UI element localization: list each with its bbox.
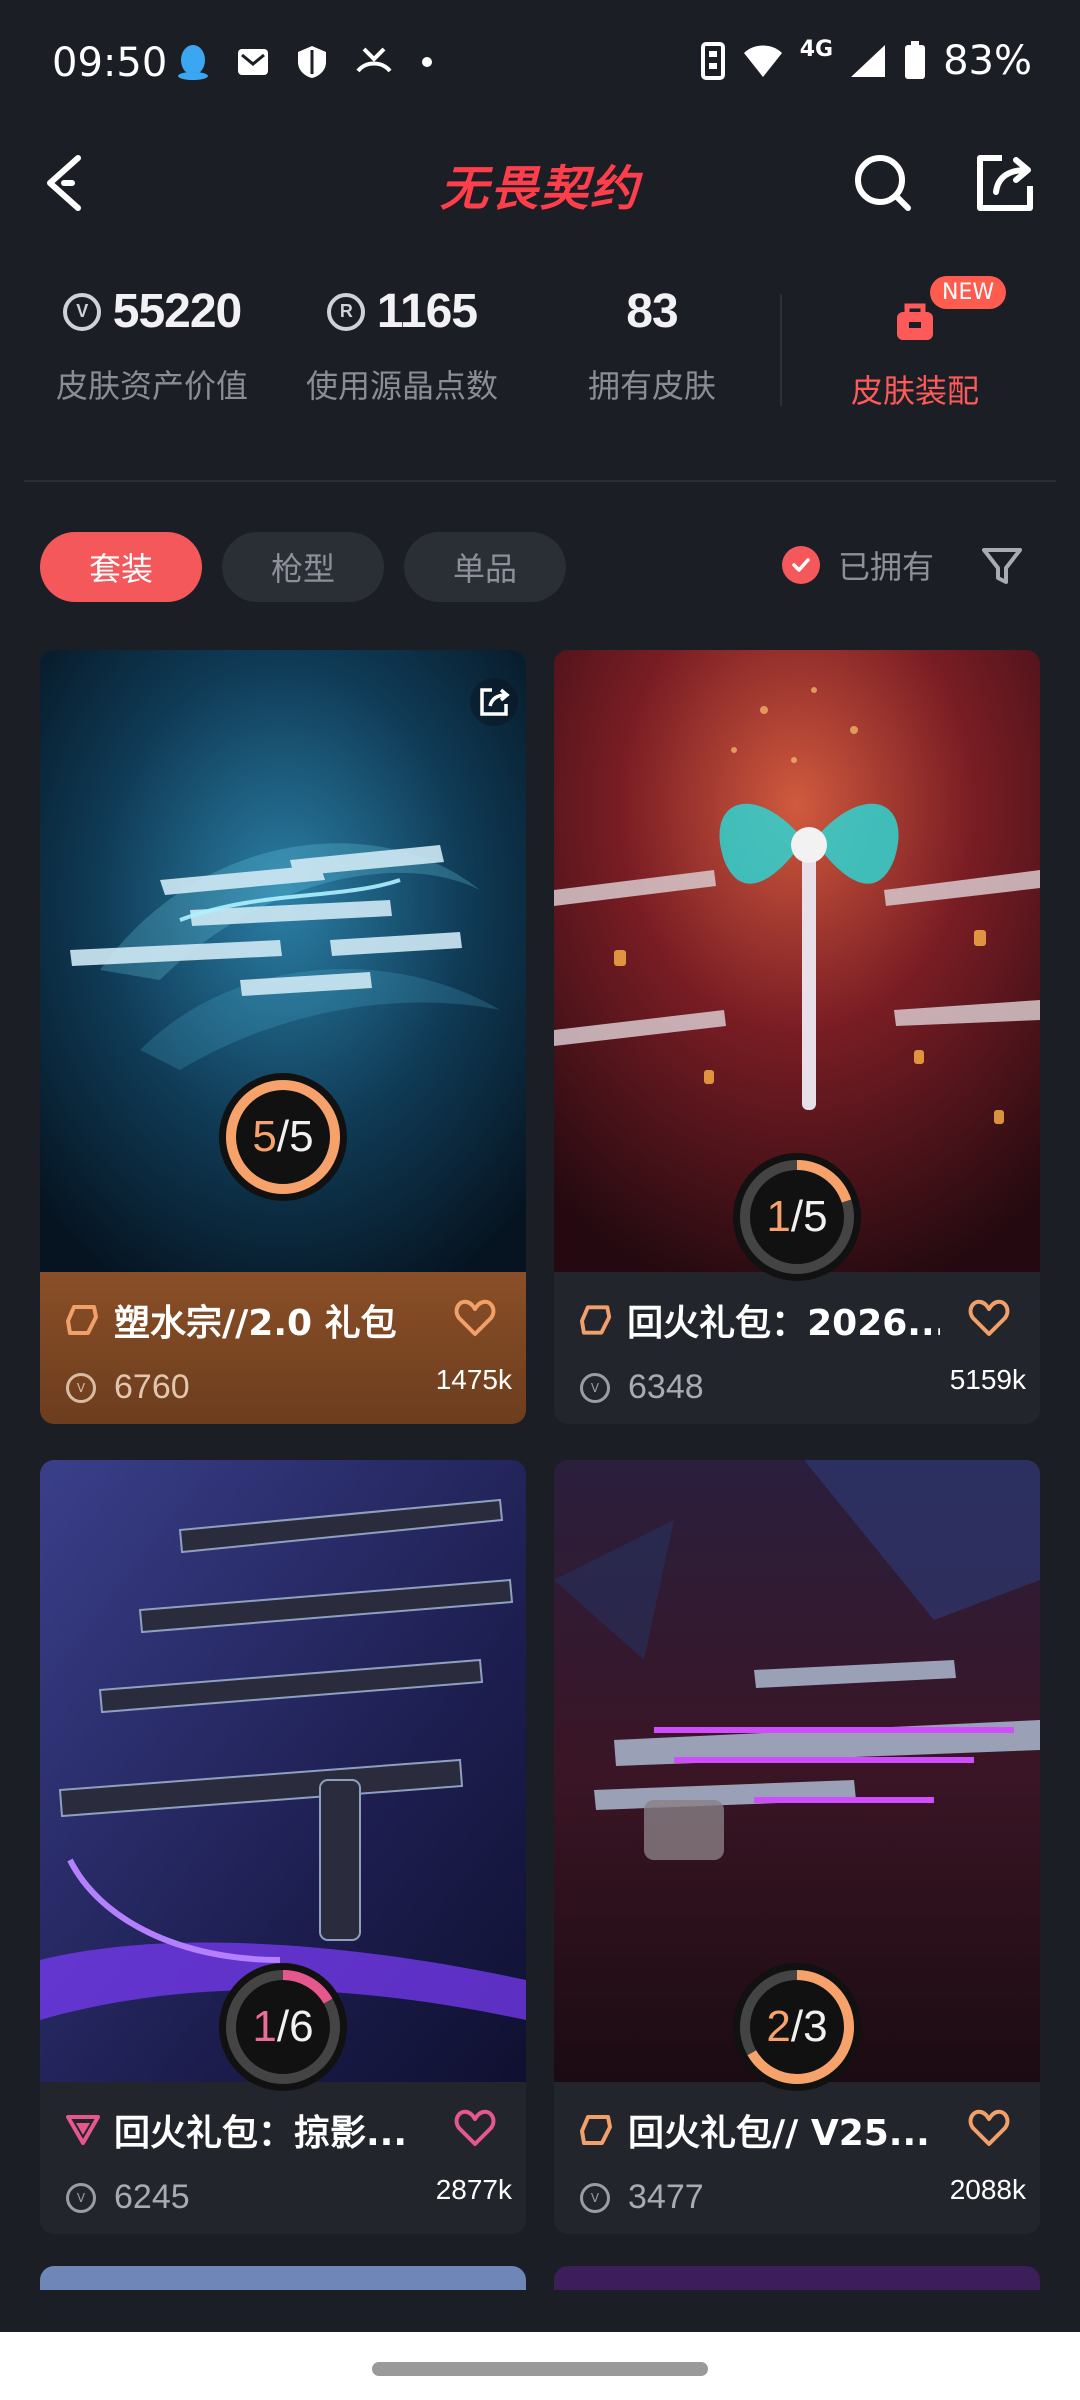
stats-divider (780, 294, 782, 406)
favorite-heart-icon[interactable] (968, 2108, 1010, 2148)
progress-text: 1/6 (252, 2002, 314, 2051)
total-count: 5 (289, 1112, 314, 1161)
signal-icon (851, 45, 886, 77)
loadout-icon (897, 303, 933, 340)
bundle-price: 3477 (628, 2178, 704, 2216)
filter-button[interactable] (980, 544, 1024, 588)
card-info: 回火礼包// V25... V 3477 2088k (554, 2082, 1040, 2234)
card-info: 回火礼包：2026... V 6348 5159k (554, 1272, 1040, 1424)
stat-label: 使用源晶点数 (305, 367, 498, 405)
tier-exclusive-icon (580, 1305, 612, 1335)
bundle-name: 回火礼包// V25... (628, 2113, 930, 2154)
stat-owned-skins: 83 拥有皮肤 (552, 284, 752, 407)
bundle-price: 6348 (628, 1368, 704, 1406)
stat-value: 83 (626, 285, 678, 338)
check-icon (782, 546, 820, 584)
filter-icon (982, 548, 1022, 584)
next-card-preview (554, 2266, 1040, 2290)
battery-percent: 83% (943, 38, 1032, 84)
tab-weapon-type[interactable]: 枪型 (222, 532, 384, 602)
tab-bundles[interactable]: 套装 (40, 532, 202, 602)
favorite-heart-icon[interactable] (454, 2108, 496, 2148)
bundle-price: 6760 (114, 1368, 190, 1406)
top-nav: 无畏契约 (0, 130, 1080, 240)
progress-text: 1/5 (766, 1192, 828, 1241)
next-card-preview (40, 2266, 526, 2290)
app-logo-text: 无畏契约 (439, 161, 640, 217)
vp-coin-icon: V (580, 2182, 610, 2213)
owned-count: 1 (766, 1192, 791, 1241)
bundle-card[interactable]: 5/5 塑水宗//2.0 礼包 V 6760 1475k (40, 650, 526, 1424)
stat-label: 拥有皮肤 (587, 367, 716, 405)
search-icon (855, 155, 911, 211)
back-arrow-icon (47, 155, 81, 211)
tier-ultra-icon (66, 2115, 100, 2145)
favorite-count: 2088k (949, 2174, 1026, 2205)
asset-stats: V 55220 皮肤资产价值 R 1165 使用源晶点数 83 拥有皮肤 皮肤装配 (0, 270, 1080, 440)
owned-count: 1 (252, 2002, 277, 2051)
app-logo: 无畏契约 (420, 148, 660, 220)
stat-asset-value: V 55220 皮肤资产价值 (52, 284, 252, 407)
bundle-card[interactable]: 2/3 回火礼包// V25... V 3477 2088k (554, 1460, 1040, 2234)
bundle-name: 塑水宗//2.0 礼包 (114, 1303, 397, 1344)
card-info: 塑水宗//2.0 礼包 V 6760 1475k (40, 1272, 526, 1424)
stat-radianite: R 1165 使用源晶点数 (302, 284, 502, 407)
status-time: 09:50 (52, 40, 168, 86)
system-icons: 4G 83% (700, 36, 1032, 84)
vp-coin-icon: V (66, 2182, 96, 2213)
tier-exclusive-icon (66, 1305, 98, 1335)
loadout-label: 皮肤装配 (850, 372, 979, 410)
filter-bar: 套装 枪型 单品 已拥有 (0, 530, 1080, 602)
owned-label: 已拥有 (838, 548, 935, 586)
share-icon (977, 155, 1033, 211)
home-indicator[interactable] (372, 2362, 708, 2376)
wifi-icon (743, 45, 782, 77)
search-button[interactable] (850, 150, 916, 216)
owned-toggle[interactable]: 已拥有 (782, 542, 934, 588)
missed-call-icon (356, 47, 392, 73)
bundle-name: 回火礼包：掠影... (114, 2113, 408, 2154)
battery-icon (905, 41, 926, 79)
radianite-icon: R (326, 292, 365, 331)
network-type: 4G (799, 36, 834, 62)
vibrate-icon (700, 42, 725, 80)
tier-exclusive-icon (580, 2115, 612, 2145)
favorite-count: 2877k (435, 2174, 512, 2205)
stat-value: 1165 (376, 285, 478, 338)
back-button[interactable] (40, 148, 100, 218)
progress-text: 5/5 (252, 1112, 314, 1161)
gesture-nav-bar (0, 2332, 1080, 2400)
total-count: 5 (803, 1192, 828, 1241)
bundle-price: 6245 (114, 2178, 190, 2216)
share-button[interactable] (972, 150, 1038, 216)
vp-coin-icon: V (580, 1372, 610, 1403)
owned-count: 2 (766, 2002, 791, 2051)
shield-icon (298, 46, 326, 78)
favorite-heart-icon[interactable] (968, 1298, 1010, 1338)
vp-coin-icon: V (66, 1372, 96, 1403)
new-badge: NEW (930, 276, 1007, 309)
mail-icon (238, 49, 268, 75)
card-info: 回火礼包：掠影... V 6245 2877k (40, 2082, 526, 2234)
bundle-card[interactable]: 1/5 回火礼包：2026... V 6348 5159k (554, 650, 1040, 1424)
favorite-count: 1475k (435, 1364, 512, 1395)
divider (24, 480, 1056, 482)
total-count: 3 (803, 2002, 828, 2051)
vp-coin-icon: V (62, 292, 101, 331)
status-bar: 09:50 4G 83% (0, 0, 1080, 130)
total-count: 6 (289, 2002, 314, 2051)
favorite-heart-icon[interactable] (454, 1298, 496, 1338)
stat-value: 55220 (112, 285, 242, 338)
notification-icons (176, 42, 434, 82)
tab-single-items[interactable]: 单品 (404, 532, 566, 602)
dot-icon (422, 57, 432, 67)
favorite-count: 5159k (949, 1364, 1026, 1395)
bundle-name: 回火礼包：2026... (627, 1303, 940, 1344)
qq-icon (178, 45, 208, 80)
bundle-card[interactable]: 1/6 回火礼包：掠影... V 6245 2877k (40, 1460, 526, 2234)
owned-count: 5 (252, 1112, 277, 1161)
progress-text: 2/3 (766, 2002, 828, 2051)
share-icon[interactable] (470, 678, 518, 726)
stat-label: 皮肤资产价值 (55, 367, 248, 405)
